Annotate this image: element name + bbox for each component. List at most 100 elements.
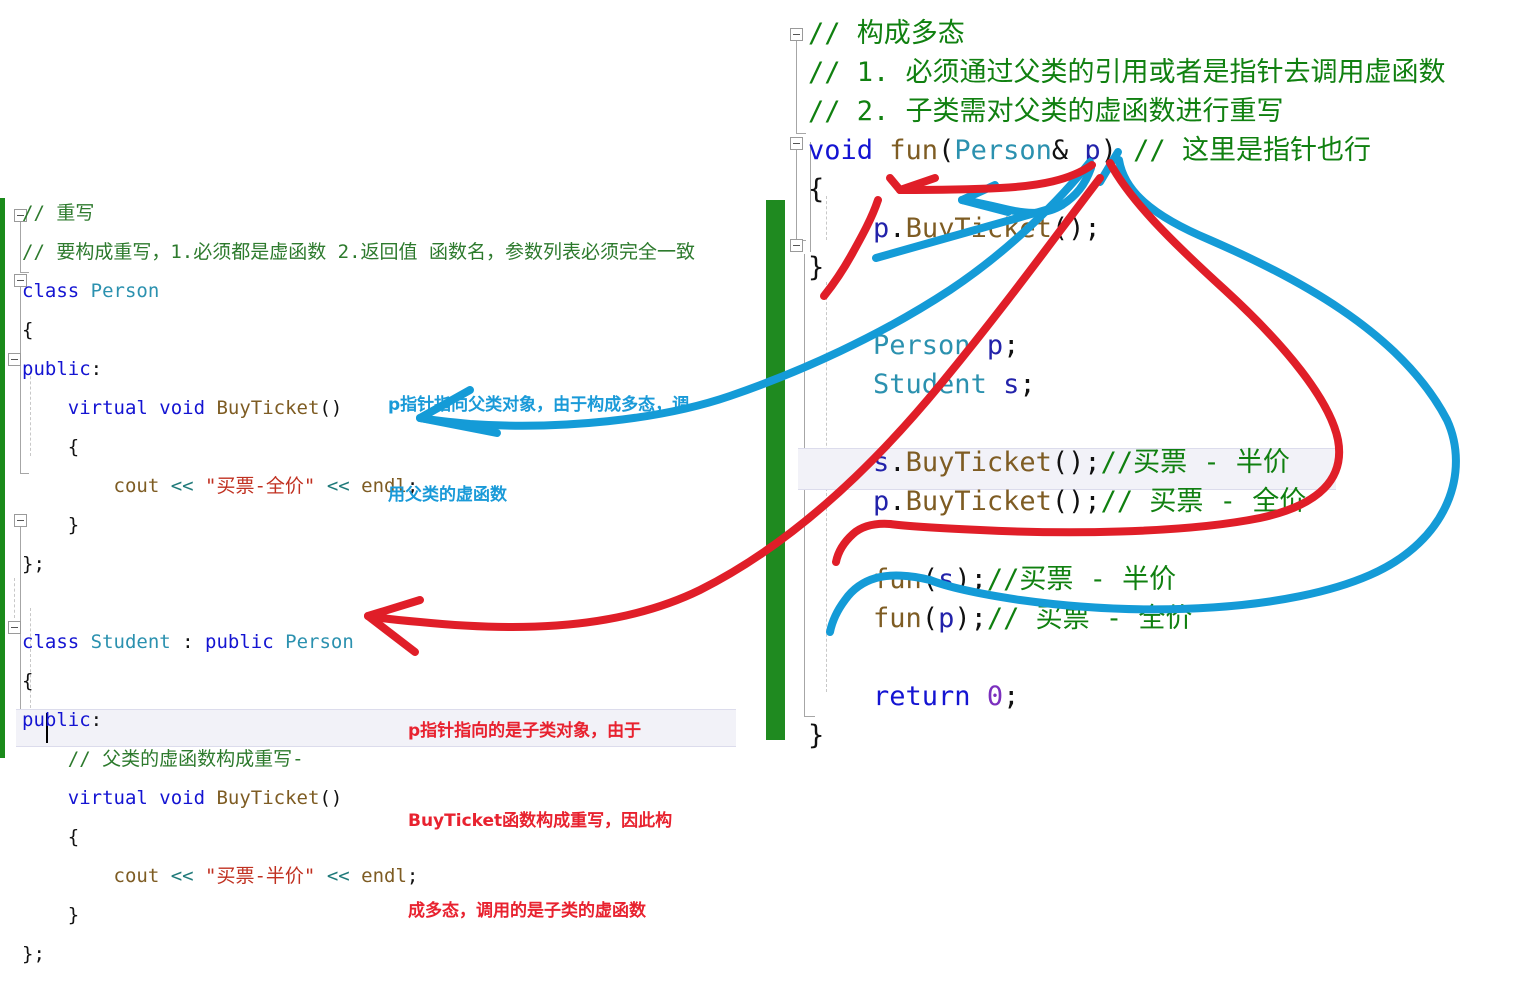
code-line[interactable]: p.BuyTicket();// 买票 - 全价 bbox=[808, 488, 1446, 527]
code-line[interactable]: p.BuyTicket(); bbox=[808, 215, 1446, 254]
code-line[interactable]: // 重写 bbox=[22, 204, 695, 243]
code-line[interactable]: class Person bbox=[22, 282, 695, 321]
code-line[interactable]: return 0; bbox=[808, 683, 1446, 722]
code-token: class bbox=[22, 631, 91, 653]
code-token: : bbox=[90, 358, 103, 380]
code-token: ( bbox=[921, 603, 939, 634]
code-token: p bbox=[938, 603, 955, 634]
code-token: { bbox=[67, 826, 80, 848]
code-line[interactable]: Person p; bbox=[808, 332, 1446, 371]
code-line[interactable]: void fun(Person& p) // 这里是指针也行 bbox=[808, 137, 1446, 176]
code-line[interactable]: } bbox=[808, 254, 1446, 293]
fold-region-comment-right bbox=[796, 41, 806, 134]
code-token: // 1. 必须通过父类的引用或者是指针去调用虚函数 bbox=[808, 57, 1446, 88]
code-line[interactable] bbox=[808, 293, 1446, 332]
code-token: Person bbox=[873, 330, 987, 361]
fold-marker-buyticket-person[interactable] bbox=[8, 353, 21, 366]
code-token: //买票 - 半价 bbox=[986, 564, 1177, 595]
code-line[interactable]: fun(s);//买票 - 半价 bbox=[808, 566, 1446, 605]
code-token: (); bbox=[1051, 486, 1101, 517]
fold-marker-main[interactable] bbox=[790, 239, 803, 252]
code-line[interactable]: // 要构成重写，1.必须都是虚函数 2.返回值 函数名，参数列表必须完全一致 bbox=[22, 243, 695, 282]
code-token: } bbox=[67, 904, 80, 926]
code-token: virtual void bbox=[67, 397, 217, 419]
code-token: public bbox=[22, 709, 91, 731]
code-token: p bbox=[873, 213, 890, 244]
code-token: p bbox=[986, 330, 1004, 361]
code-token: }; bbox=[22, 553, 45, 575]
code-token: "买票-全价" bbox=[205, 475, 316, 497]
right-code-text[interactable]: // 构成多态 // 1. 必须通过父类的引用或者是指针去调用虚函数 // 2. 子… bbox=[808, 20, 1446, 761]
code-line[interactable]: } bbox=[808, 722, 1446, 761]
code-token: (); bbox=[1051, 447, 1101, 478]
code-token: public bbox=[205, 631, 286, 653]
code-token: 0 bbox=[986, 681, 1004, 712]
code-token: // 构成多态 bbox=[808, 18, 965, 49]
blue-annotation-line2: 用父类的虚函数 bbox=[388, 485, 507, 505]
code-token: endl bbox=[361, 865, 407, 887]
code-token: { bbox=[67, 436, 80, 458]
code-line[interactable]: fun(p);// 买票 - 全价 bbox=[808, 605, 1446, 644]
code-line[interactable]: s.BuyTicket();//买票 - 半价 bbox=[808, 449, 1446, 488]
code-line[interactable]: Student s; bbox=[808, 371, 1446, 410]
code-token: << bbox=[170, 865, 206, 887]
fold-marker-comment-block-right[interactable] bbox=[790, 28, 803, 41]
indent-guide-student-2 bbox=[14, 578, 15, 618]
fold-marker-fun[interactable] bbox=[790, 137, 803, 150]
code-token: class bbox=[22, 280, 91, 302]
code-token: << bbox=[315, 475, 362, 497]
code-token: cout bbox=[113, 475, 171, 497]
code-token: BuyTicket bbox=[905, 447, 1052, 478]
code-line[interactable]: { bbox=[808, 176, 1446, 215]
code-token: ; bbox=[1019, 369, 1036, 400]
code-line[interactable] bbox=[808, 527, 1446, 566]
code-token: fun bbox=[873, 603, 922, 634]
code-token: () bbox=[319, 397, 343, 419]
red-annotation-line1: p指针指向的是子类对象，由于 bbox=[408, 721, 642, 741]
code-token: (); bbox=[1051, 213, 1101, 244]
code-token: ); bbox=[954, 603, 987, 634]
code-line[interactable]: // 1. 必须通过父类的引用或者是指针去调用虚函数 bbox=[808, 59, 1446, 98]
code-line[interactable] bbox=[22, 594, 695, 633]
code-token: () bbox=[319, 787, 343, 809]
code-token: s bbox=[1003, 369, 1020, 400]
green-divider-bar bbox=[766, 200, 785, 740]
code-token: ) bbox=[1100, 135, 1134, 166]
code-token: : bbox=[90, 709, 103, 731]
code-token: // 2. 子类需对父类的虚函数进行重写 bbox=[808, 96, 1284, 127]
code-token: // 这里是指针也行 bbox=[1133, 135, 1371, 166]
code-token: << bbox=[170, 475, 206, 497]
fold-marker-buyticket-student[interactable] bbox=[8, 621, 21, 634]
code-token: // 父类的虚函数构成重写- bbox=[67, 748, 304, 770]
code-token: Student bbox=[90, 631, 171, 653]
code-token: s bbox=[873, 447, 890, 478]
code-token: } bbox=[808, 252, 825, 283]
code-token: virtual void bbox=[67, 787, 217, 809]
code-token: { bbox=[808, 174, 825, 205]
left-change-bar bbox=[0, 198, 5, 758]
code-line[interactable] bbox=[808, 410, 1446, 449]
code-token: void bbox=[808, 135, 890, 166]
code-token: ( bbox=[921, 564, 939, 595]
code-token: } bbox=[67, 514, 80, 536]
code-line[interactable]: }; bbox=[22, 555, 695, 594]
code-token: fun bbox=[873, 564, 922, 595]
red-annotation-line2: BuyTicket函数构成重写，因此构 bbox=[408, 811, 673, 831]
code-token: Person bbox=[954, 135, 1052, 166]
code-line[interactable]: // 构成多态 bbox=[808, 20, 1446, 59]
right-code-editor[interactable]: // 构成多态 // 1. 必须通过父类的引用或者是指针去调用虚函数 // 2. 子… bbox=[790, 14, 1523, 749]
code-token: }; bbox=[22, 943, 45, 965]
code-token: & bbox=[1051, 135, 1085, 166]
code-line[interactable]: // 2. 子类需对父类的虚函数进行重写 bbox=[808, 98, 1446, 137]
code-token: . bbox=[889, 213, 906, 244]
code-token: // 买票 - 全价 bbox=[986, 603, 1193, 634]
red-annotation-note: p指针指向的是子类对象，由于 BuyTicket函数构成重写，因此构 成多态，调… bbox=[408, 656, 672, 956]
code-token: << bbox=[315, 865, 362, 887]
code-token: } bbox=[808, 720, 825, 751]
blue-annotation-note: p指针指向父类对象，由于构成多态，调 用父类的虚函数 bbox=[388, 330, 689, 540]
code-token: Person bbox=[90, 280, 160, 302]
code-line[interactable] bbox=[808, 644, 1446, 683]
code-token: . bbox=[889, 486, 906, 517]
blue-annotation-line1: p指针指向父类对象，由于构成多态，调 bbox=[388, 395, 690, 415]
code-token: BuyTicket bbox=[216, 787, 320, 809]
